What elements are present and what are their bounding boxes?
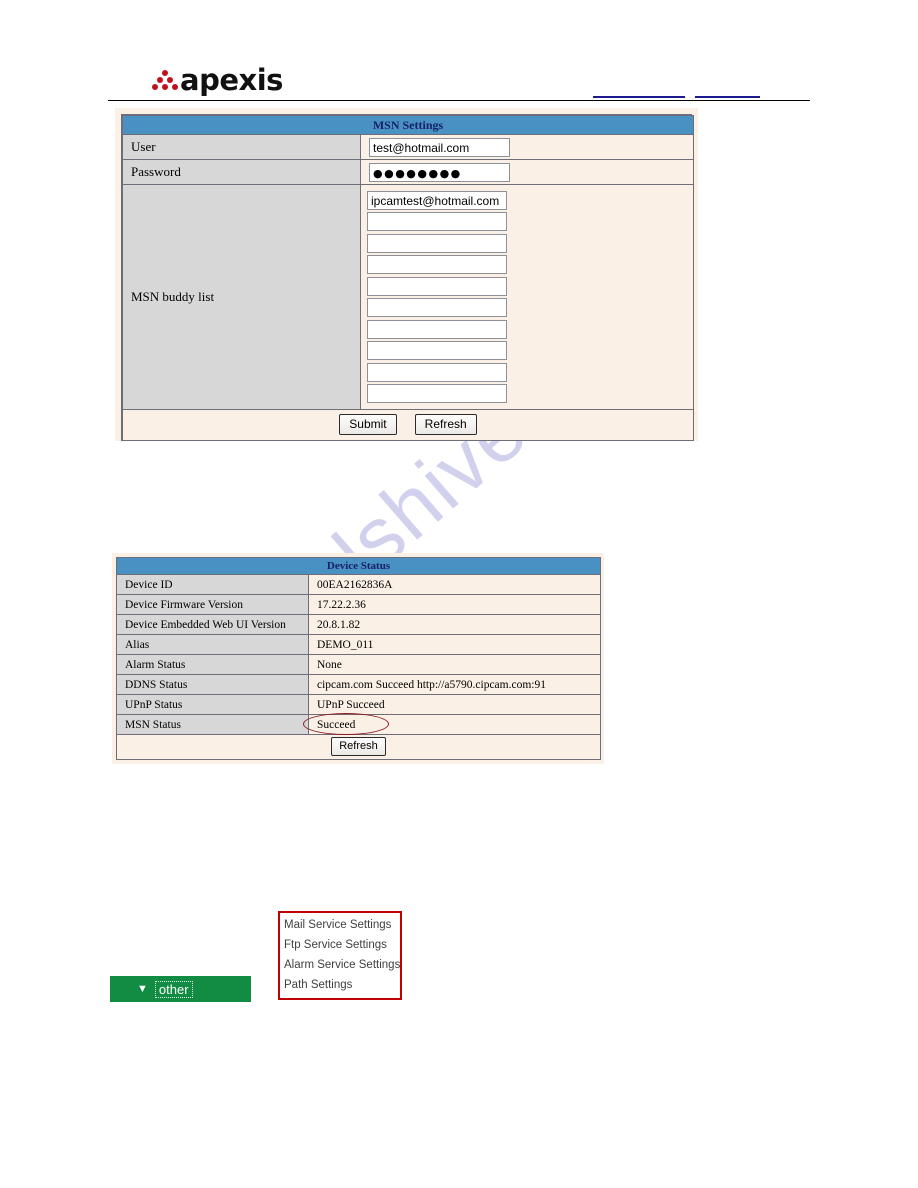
- buddy-input-7[interactable]: [367, 341, 507, 360]
- alarm-status-label: Alarm Status: [116, 654, 309, 675]
- header-link-underline-2[interactable]: [695, 96, 760, 98]
- msn-refresh-button[interactable]: Refresh: [414, 413, 477, 435]
- msn-status-value: Succeed: [308, 714, 601, 735]
- buddy-input-1[interactable]: [367, 212, 507, 231]
- buddy-input-6[interactable]: [367, 319, 507, 339]
- device-status-title: Device Status: [116, 557, 601, 575]
- buddy-input-3[interactable]: [367, 255, 507, 274]
- buddy-input-2[interactable]: [367, 233, 507, 253]
- chevron-down-icon: ▼: [137, 982, 148, 995]
- msn-password-label: Password: [122, 159, 361, 185]
- table-row: Alarm Status None: [116, 654, 601, 675]
- device-status-title-row: Device Status: [116, 557, 601, 575]
- device-id-label: Device ID: [116, 574, 309, 595]
- logo-dots-icon: [152, 68, 178, 92]
- device-id-value: 00EA2162836A: [308, 574, 601, 595]
- msn-settings-title: MSN Settings: [122, 115, 694, 135]
- menu-item-ftp-service-settings[interactable]: Ftp Service Settings: [280, 935, 400, 955]
- other-menu-button[interactable]: ▼ other: [110, 976, 251, 1002]
- buddy-input-4[interactable]: [367, 276, 507, 296]
- apexis-logo: apexis: [152, 62, 283, 98]
- buddy-input-5[interactable]: [367, 298, 507, 317]
- buddy-input-8[interactable]: [367, 362, 507, 382]
- upnp-status-label: UPnP Status: [116, 694, 309, 715]
- table-row: Password ●●●●●●●●: [122, 159, 694, 185]
- buddy-input-0[interactable]: ipcamtest@hotmail.com: [367, 190, 507, 210]
- msn-settings-table: MSN Settings User test@hotmail.com Passw…: [122, 115, 694, 441]
- table-row: MSN Status Succeed: [116, 714, 601, 735]
- msn-settings-panel: MSN Settings User test@hotmail.com Passw…: [115, 108, 698, 441]
- device-status-table: Device Status Device ID 00EA2162836A Dev…: [116, 557, 601, 760]
- device-firmware-version-label: Device Firmware Version: [116, 594, 309, 615]
- other-menu-button-label: other: [154, 980, 193, 998]
- header-link-underline-1[interactable]: [593, 96, 685, 98]
- header-divider: [108, 100, 810, 101]
- table-row: Alias DEMO_011: [116, 634, 601, 655]
- msn-button-row: Submit Refresh: [122, 408, 694, 441]
- msn-buddy-list-label: MSN buddy list: [122, 184, 361, 410]
- device-alias-label: Alias: [116, 634, 309, 655]
- menu-item-mail-service-settings[interactable]: Mail Service Settings: [280, 915, 400, 935]
- msn-button-bar: Submit Refresh: [122, 408, 694, 441]
- device-web-ui-version-value: 20.8.1.82: [308, 614, 601, 635]
- table-row: DDNS Status cipcam.com Succeed http://a5…: [116, 674, 601, 695]
- upnp-status-value: UPnP Succeed: [308, 694, 601, 715]
- msn-password-value-cell: ●●●●●●●●: [360, 159, 694, 185]
- msn-user-value-cell: test@hotmail.com: [360, 134, 694, 160]
- msn-user-label: User: [122, 134, 361, 160]
- menu-item-path-settings[interactable]: Path Settings: [280, 975, 400, 995]
- table-row: MSN buddy list ipcamtest@hotmail.com: [122, 184, 694, 410]
- device-status-panel: Device Status Device ID 00EA2162836A Dev…: [112, 553, 604, 764]
- device-status-refresh-button[interactable]: Refresh: [331, 737, 386, 756]
- buddy-input-9[interactable]: [367, 384, 507, 403]
- other-menu-dropdown: Mail Service Settings Ftp Service Settin…: [278, 911, 402, 1000]
- ddns-status-label: DDNS Status: [116, 674, 309, 695]
- msn-status-label: MSN Status: [116, 714, 309, 735]
- device-status-button-row: Refresh: [116, 734, 601, 760]
- logo-wordmark: apexis: [180, 62, 283, 97]
- device-alias-value: DEMO_011: [308, 634, 601, 655]
- table-row: Device ID 00EA2162836A: [116, 574, 601, 595]
- msn-user-input[interactable]: test@hotmail.com: [369, 137, 510, 157]
- device-status-button-bar: Refresh: [116, 734, 601, 760]
- menu-item-alarm-service-settings[interactable]: Alarm Service Settings: [280, 955, 400, 975]
- msn-buddy-list-cell: ipcamtest@hotmail.com: [360, 184, 694, 410]
- msn-password-input[interactable]: ●●●●●●●●: [369, 162, 510, 182]
- alarm-status-value: None: [308, 654, 601, 675]
- table-row: Device Embedded Web UI Version 20.8.1.82: [116, 614, 601, 635]
- msn-submit-button[interactable]: Submit: [339, 413, 397, 435]
- table-row: Device Firmware Version 17.22.2.36: [116, 594, 601, 615]
- table-row: UPnP Status UPnP Succeed: [116, 694, 601, 715]
- ddns-status-value: cipcam.com Succeed http://a5790.cipcam.c…: [308, 674, 601, 695]
- table-row: User test@hotmail.com: [122, 134, 694, 160]
- device-firmware-version-value: 17.22.2.36: [308, 594, 601, 615]
- device-web-ui-version-label: Device Embedded Web UI Version: [116, 614, 309, 635]
